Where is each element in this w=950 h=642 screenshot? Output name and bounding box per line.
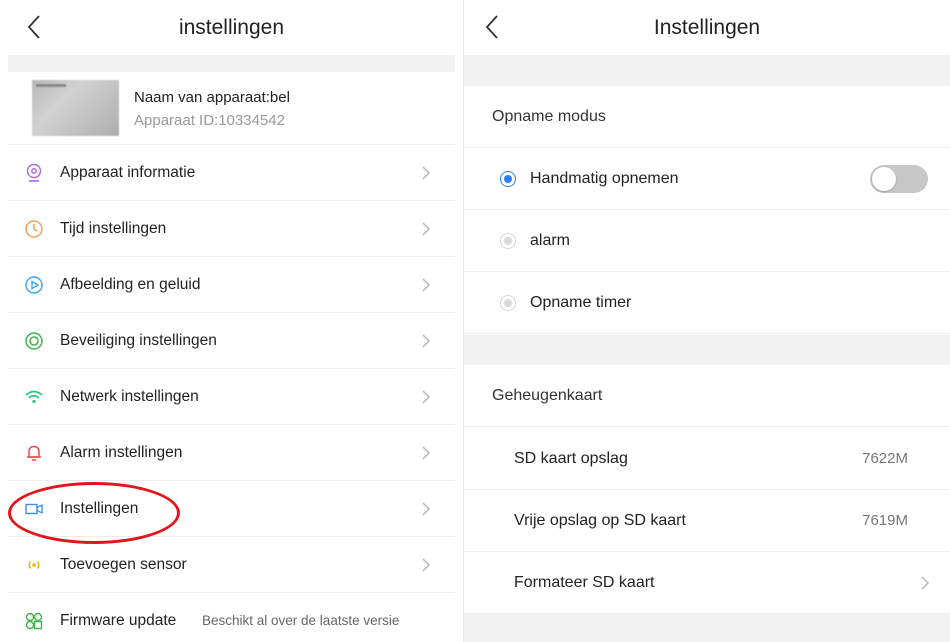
- firmware-status-text: Beschikt al over de laatste versie: [202, 613, 400, 628]
- chevron-right-icon: [422, 278, 430, 292]
- menu-item-toevoegen-sensor[interactable]: Toevoegen sensor: [8, 537, 455, 593]
- section-divider: [464, 614, 950, 642]
- device-name: Naam van apparaat:bel: [134, 89, 290, 106]
- top-bar: Instellingen: [464, 0, 950, 55]
- toggle-knob: [872, 167, 896, 191]
- menu-item-firmware-update[interactable]: Firmware update Beschikt al over de laat…: [8, 593, 455, 642]
- menu-item-label: Instellingen: [60, 500, 139, 517]
- menu-item-label: Beveiliging instellingen: [60, 332, 217, 349]
- clock-icon: [25, 220, 43, 238]
- lifebuoy-icon: [25, 332, 43, 350]
- radio-unselected[interactable]: [500, 295, 516, 311]
- menu-item-tijd-instellingen[interactable]: Tijd instellingen: [8, 201, 455, 257]
- menu-item-label: Firmware update: [60, 612, 177, 629]
- menu-item-label: Afbeelding en geluid: [60, 276, 201, 293]
- section-divider: [8, 55, 455, 72]
- menu-item-label: Toevoegen sensor: [60, 556, 187, 573]
- video-camera-icon: [25, 503, 43, 515]
- sd-free-storage-row: Vrije opslag op SD kaart 7619M: [464, 490, 950, 552]
- settings-list: Apparaat informatie Tijd instellingen Af…: [8, 145, 455, 642]
- bell-icon: [27, 445, 41, 461]
- option-opname-timer[interactable]: Opname timer: [464, 272, 950, 334]
- play-icon: [25, 276, 43, 294]
- option-label: Handmatig opnemen: [530, 170, 679, 187]
- device-card[interactable]: Naam van apparaat:bel Apparaat ID:103345…: [8, 72, 455, 145]
- option-label: Opname timer: [530, 294, 632, 311]
- top-bar: instellingen: [0, 0, 463, 55]
- menu-item-instellingen[interactable]: Instellingen: [8, 481, 455, 537]
- device-id: Apparaat ID:10334542: [134, 112, 285, 129]
- wifi-icon: [25, 390, 43, 404]
- menu-item-label: Apparaat informatie: [60, 164, 196, 181]
- menu-item-label: Alarm instellingen: [60, 444, 183, 461]
- menu-item-netwerk-instellingen[interactable]: Netwerk instellingen: [8, 369, 455, 425]
- device-thumbnail: [32, 80, 119, 136]
- format-sd-row[interactable]: Formateer SD kaart: [464, 552, 950, 614]
- firmware-icon: [25, 612, 43, 630]
- sd-free-storage-value: 7619M: [862, 512, 908, 529]
- menu-item-apparaat-informatie[interactable]: Apparaat informatie: [8, 145, 455, 201]
- camera-icon: [26, 163, 42, 182]
- chevron-right-icon: [422, 502, 430, 516]
- section-heading-memory-card: Geheugenkaart: [464, 365, 950, 427]
- row-label: Vrije opslag op SD kaart: [514, 512, 686, 529]
- section-divider: [464, 55, 950, 86]
- menu-item-label: Tijd instellingen: [60, 220, 167, 237]
- menu-item-beveiliging-instellingen[interactable]: Beveiliging instellingen: [8, 313, 455, 369]
- option-handmatig-opnemen[interactable]: Handmatig opnemen: [464, 148, 950, 210]
- sd-storage-row: SD kaart opslag 7622M: [464, 428, 950, 490]
- menu-item-alarm-instellingen[interactable]: Alarm instellingen: [8, 425, 455, 481]
- chevron-right-icon: [921, 576, 929, 590]
- section-divider: [464, 335, 950, 365]
- chevron-right-icon: [422, 390, 430, 404]
- page-title: Instellingen: [653, 16, 761, 39]
- section-heading-record-mode: Opname modus: [464, 86, 950, 148]
- chevron-right-icon: [422, 334, 430, 348]
- menu-item-label: Netwerk instellingen: [60, 388, 199, 405]
- sensor-icon: [28, 561, 40, 569]
- option-alarm[interactable]: alarm: [464, 210, 950, 272]
- option-label: alarm: [530, 232, 571, 249]
- chevron-right-icon: [422, 558, 430, 572]
- chevron-right-icon: [422, 446, 430, 460]
- sd-storage-value: 7622M: [862, 450, 908, 467]
- manual-record-toggle[interactable]: [870, 165, 928, 193]
- row-label: Formateer SD kaart: [514, 574, 655, 591]
- chevron-right-icon: [422, 166, 430, 180]
- chevron-right-icon: [422, 222, 430, 236]
- menu-item-afbeelding-en-geluid[interactable]: Afbeelding en geluid: [8, 257, 455, 313]
- recording-settings-screen: Instellingen Opname modus Handmatig opne…: [463, 0, 950, 642]
- row-label: SD kaart opslag: [514, 450, 628, 467]
- page-title: instellingen: [178, 16, 285, 39]
- device-settings-screen: instellingen Naam van apparaat:bel Appar…: [0, 0, 463, 642]
- radio-unselected[interactable]: [500, 233, 516, 249]
- radio-selected[interactable]: [500, 171, 516, 187]
